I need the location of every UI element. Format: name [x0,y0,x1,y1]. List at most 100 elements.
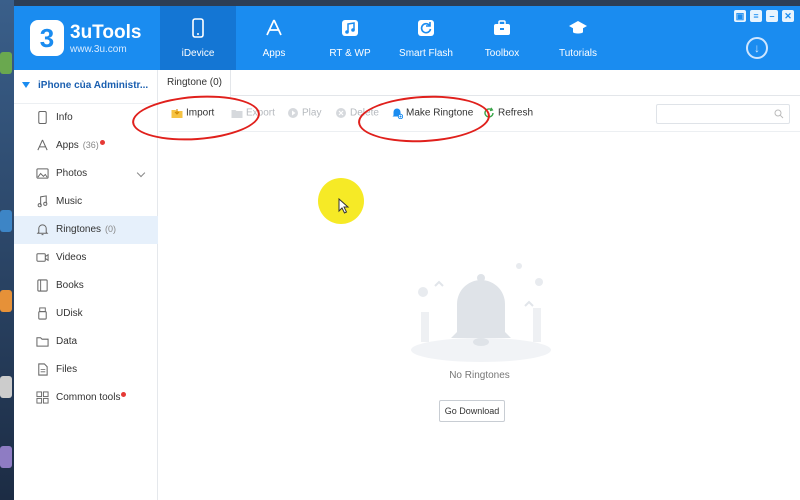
import-folder-icon [171,109,183,118]
sidebar-item-count: (0) [105,224,117,234]
grid-icon [36,391,49,404]
go-download-button[interactable]: Go Download [439,400,505,422]
sidebar-item-text: Ringtones [56,224,102,235]
usb-icon [38,307,47,320]
delete-label: Delete [350,107,379,119]
app-name: 3uTools [70,22,142,43]
sidebar-item-label: Ringtones (0) [56,224,116,235]
sidebar-item-data[interactable]: Data [14,328,158,356]
search-icon[interactable] [774,109,784,119]
notification-dot [121,392,127,397]
sidebar-item-common-tools[interactable]: Common tools [14,384,158,412]
nav-toolbox[interactable]: Toolbox [464,6,540,70]
sidebar-item-text: Common tools [56,392,121,403]
menu-icon[interactable]: ≡ [750,10,762,22]
delete-icon [336,108,346,118]
nav-label: RT & WP [329,48,371,59]
download-icon[interactable]: ↓ [746,37,768,59]
toolbar: Import Export Play Delete Make Ringtone … [159,96,800,132]
make-ringtone-button[interactable]: Make Ringtone [391,107,473,123]
sidebar-item-text: Apps [56,140,79,151]
music-note-icon [342,20,358,36]
nav-label: Tutorials [559,48,597,59]
export-label: Export [246,107,275,119]
nav-rtwp[interactable]: RT & WP [312,6,388,70]
phone-icon [192,18,204,38]
minimize-icon[interactable]: – [766,10,778,22]
sidebar-item-label: Books [56,280,84,291]
sidebar-item-ringtones[interactable]: Ringtones (0) [14,216,158,244]
refresh-icon [484,107,494,118]
folder-icon [36,337,49,347]
main-panel: Ringtone (0) Import Export Play Delete M… [159,70,800,500]
caret-down-icon [22,82,30,88]
nav-tutorials[interactable]: Tutorials [540,6,616,70]
desktop-app-icon[interactable] [0,290,12,312]
tab-ringtone[interactable]: Ringtone (0) [159,70,231,97]
skin-icon[interactable]: ▣ [734,10,746,22]
play-label: Play [302,107,322,119]
sidebar-item-label: Videos [56,252,87,263]
refresh-button[interactable]: Refresh [483,107,533,123]
window-controls: ▣ ≡ – ✕ [734,10,794,22]
sidebar-item-count: (36) [82,140,99,150]
app-url: www.3u.com [70,44,127,55]
mouse-pointer-icon [338,198,350,214]
make-ringtone-label: Make Ringtone [406,107,474,119]
nav-label: Toolbox [484,48,520,59]
sidebar-item-files[interactable]: Files [14,356,158,384]
bell-illustration-icon [411,263,551,362]
refresh-box-icon [418,20,434,36]
play-icon [288,108,298,118]
sidebar-item-music[interactable]: Music [14,188,158,216]
desktop-app-icon[interactable] [0,210,12,232]
nav-smart-flash[interactable]: Smart Flash [388,6,464,70]
delete-button[interactable]: Delete [335,107,379,123]
top-nav: iDevice Apps RT & WP Smart Flash Toolbox… [160,6,616,70]
device-selector[interactable]: iPhone của Administr... [14,70,158,104]
desktop-app-icon[interactable] [0,376,12,398]
sidebar-item-photos[interactable]: Photos [14,160,158,188]
bell-icon [36,224,49,236]
music-icon [37,195,48,208]
sidebar-item-books[interactable]: Books [14,272,158,300]
sidebar-item-info[interactable]: Info [14,104,158,132]
sidebar-item-label: Files [56,364,78,375]
empty-message: No Ringtones [449,370,510,381]
search-input[interactable] [656,104,790,124]
desktop-app-icon[interactable] [0,446,12,468]
sidebar-item-udisk[interactable]: UDisk [14,300,158,328]
sidebar-item-videos[interactable]: Videos [14,244,158,272]
app-window: 3 3uTools www.3u.com iDevice Apps RT & W… [14,6,800,500]
export-button[interactable]: Export [231,107,275,123]
nav-apps[interactable]: Apps [236,6,312,70]
nav-label: Apps [262,48,286,59]
phone-outline-icon [38,111,47,124]
nav-idevice[interactable]: iDevice [160,6,236,70]
sidebar-item-label: Common tools [56,392,127,403]
play-button[interactable]: Play [287,107,321,123]
sidebar: iPhone của Administr... Info Apps (36) Ph… [14,70,158,500]
app-logo: 3 3uTools www.3u.com [30,16,160,60]
logo-badge-icon: 3 [30,20,64,56]
desktop-app-icon[interactable] [0,52,12,74]
toolbox-icon [494,20,510,35]
import-label: Import [186,107,215,119]
nav-label: iDevice [181,48,215,59]
file-icon [38,363,48,376]
empty-state: No Ringtones Go Download [159,132,800,500]
chevron-down-icon[interactable] [136,168,146,178]
desktop-background [0,0,14,500]
sidebar-list: Info Apps (36) Photos Music Ringtones (0) [14,104,158,412]
device-name: iPhone của Administr... [38,80,149,91]
tab-bar: Ringtone (0) [159,70,800,97]
sidebar-item-label: Apps (36) [56,140,105,151]
close-icon[interactable]: ✕ [782,10,794,22]
refresh-label: Refresh [498,107,534,119]
book-icon [37,279,48,292]
notification-dot [99,140,105,145]
sidebar-item-apps[interactable]: Apps (36) [14,132,158,160]
bell-plus-icon [392,108,403,119]
import-button[interactable]: Import [171,107,214,123]
sidebar-item-label: Data [56,336,78,347]
